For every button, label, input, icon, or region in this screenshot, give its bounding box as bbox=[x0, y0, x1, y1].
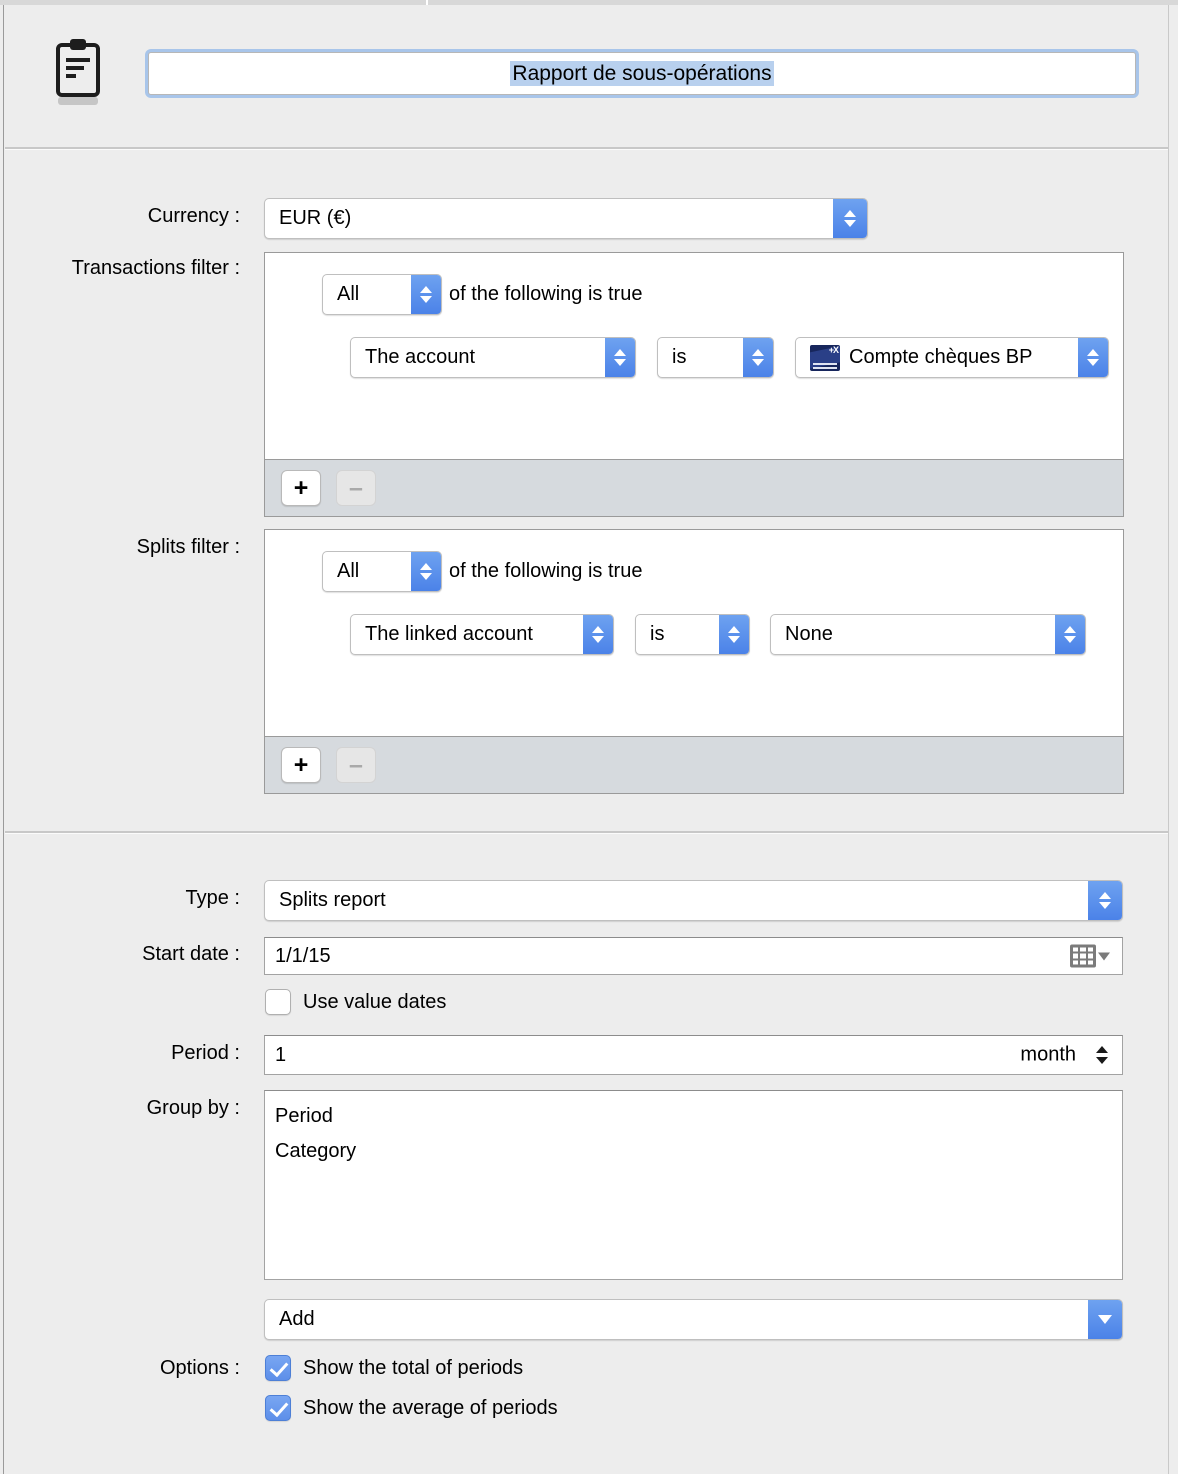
splits-rule-field-select[interactable]: The linked account bbox=[350, 614, 614, 655]
currency-select[interactable]: EUR (€) bbox=[264, 198, 868, 239]
period-label: Period : bbox=[171, 1042, 240, 1064]
use-value-dates-label: Use value dates bbox=[303, 990, 447, 1013]
window-content: Rapport de sous-opérations Currency : EU… bbox=[5, 5, 1168, 1474]
group-by-list[interactable]: Period Category bbox=[264, 1090, 1123, 1280]
transactions-rule-value-select[interactable]: +X Compte chèques BP bbox=[795, 337, 1109, 378]
type-value: Splits report bbox=[279, 889, 386, 911]
section-divider-top bbox=[5, 147, 1168, 150]
option-show-average-checkbox[interactable] bbox=[265, 1395, 291, 1421]
group-by-add-dropdown[interactable]: Add bbox=[264, 1299, 1123, 1340]
transactions-rule-operator-select[interactable]: is bbox=[657, 337, 774, 378]
chevron-up-down-icon bbox=[583, 615, 613, 654]
group-by-add-value: Add bbox=[279, 1308, 315, 1330]
report-title-value: Rapport de sous-opérations bbox=[510, 60, 774, 87]
splits-match-suffix: of the following is true bbox=[449, 560, 643, 582]
transactions-match-suffix: of the following is true bbox=[449, 283, 643, 305]
splits-filter-add-button[interactable]: + bbox=[281, 747, 321, 783]
transactions-rule-operator-value: is bbox=[672, 346, 687, 368]
window-right-frame bbox=[1168, 5, 1178, 1474]
transactions-match-select[interactable]: All bbox=[322, 274, 442, 315]
chevron-up-down-icon bbox=[1088, 881, 1122, 920]
transactions-match-value: All bbox=[337, 283, 360, 305]
list-item[interactable]: Category bbox=[265, 1134, 1122, 1169]
splits-rule-operator-value: is bbox=[650, 623, 665, 645]
transactions-filter-label: Transactions filter : bbox=[71, 257, 240, 279]
start-date-label: Start date : bbox=[142, 943, 240, 965]
splits-filter-toolbar: + – bbox=[265, 736, 1123, 793]
transactions-rule-value-text: Compte chèques BP bbox=[849, 346, 1033, 368]
splits-filter-box: All of the following is true The linked … bbox=[264, 529, 1124, 794]
splits-rule-value-select[interactable]: None bbox=[770, 614, 1086, 655]
option-show-average-row[interactable]: Show the average of periods bbox=[265, 1395, 558, 1421]
report-title-input[interactable]: Rapport de sous-opérations bbox=[148, 52, 1136, 95]
chevron-up-down-icon bbox=[1055, 615, 1085, 654]
type-label: Type : bbox=[185, 887, 240, 909]
currency-value: EUR (€) bbox=[279, 207, 352, 229]
transactions-rule-field-select[interactable]: The account bbox=[350, 337, 636, 378]
list-item[interactable]: Period bbox=[265, 1099, 1122, 1134]
chevron-up-down-icon bbox=[719, 615, 749, 654]
banque-populaire-logo-icon: +X bbox=[810, 344, 840, 371]
option-show-total-row[interactable]: Show the total of periods bbox=[265, 1355, 523, 1381]
period-value: 1 bbox=[275, 1043, 287, 1066]
currency-label: Currency : bbox=[147, 205, 240, 227]
option-show-total-label: Show the total of periods bbox=[303, 1356, 524, 1379]
type-select[interactable]: Splits report bbox=[264, 880, 1123, 921]
start-date-input[interactable]: 1/1/15 bbox=[264, 937, 1123, 975]
group-by-label: Group by : bbox=[146, 1097, 240, 1119]
start-date-value: 1/1/15 bbox=[275, 944, 331, 967]
use-value-dates-checkbox-row[interactable]: Use value dates bbox=[265, 989, 446, 1015]
period-unit: month bbox=[1020, 1043, 1076, 1066]
transactions-filter-add-button[interactable]: + bbox=[281, 470, 321, 506]
options-label: Options : bbox=[159, 1357, 240, 1379]
splits-match-select[interactable]: All bbox=[322, 551, 442, 592]
chevron-up-down-icon bbox=[743, 338, 773, 377]
period-input[interactable]: 1 month bbox=[264, 1035, 1123, 1075]
chevron-up-down-icon bbox=[411, 552, 441, 591]
clipboard-report-icon bbox=[53, 37, 109, 105]
transactions-filter-remove-button: – bbox=[336, 470, 376, 506]
splits-rule-value-text: None bbox=[785, 623, 833, 645]
transactions-filter-box: All of the following is true The account… bbox=[264, 252, 1124, 517]
splits-rule-operator-select[interactable]: is bbox=[635, 614, 750, 655]
period-unit-stepper-icon[interactable] bbox=[1096, 1046, 1108, 1064]
splits-filter-remove-button: – bbox=[336, 747, 376, 783]
transactions-filter-toolbar: + – bbox=[265, 459, 1123, 516]
calendar-picker-icon[interactable] bbox=[1070, 944, 1110, 968]
transactions-rule-field-value: The account bbox=[365, 346, 476, 368]
option-show-average-label: Show the average of periods bbox=[303, 1396, 558, 1419]
use-value-dates-checkbox[interactable] bbox=[265, 989, 291, 1015]
chevron-up-down-icon bbox=[1078, 338, 1108, 377]
splits-rule-field-value: The linked account bbox=[365, 623, 533, 645]
chevron-up-down-icon bbox=[605, 338, 635, 377]
section-divider-bottom bbox=[5, 831, 1168, 834]
splits-filter-label: Splits filter : bbox=[136, 536, 240, 558]
splits-match-value: All bbox=[337, 560, 360, 582]
window-left-frame bbox=[0, 5, 4, 1474]
option-show-total-checkbox[interactable] bbox=[265, 1355, 291, 1381]
chevron-up-down-icon bbox=[411, 275, 441, 314]
chevron-down-icon bbox=[1088, 1300, 1122, 1339]
chevron-up-down-icon bbox=[833, 199, 867, 238]
report-editor-window: Rapport de sous-opérations Currency : EU… bbox=[0, 0, 1178, 1474]
